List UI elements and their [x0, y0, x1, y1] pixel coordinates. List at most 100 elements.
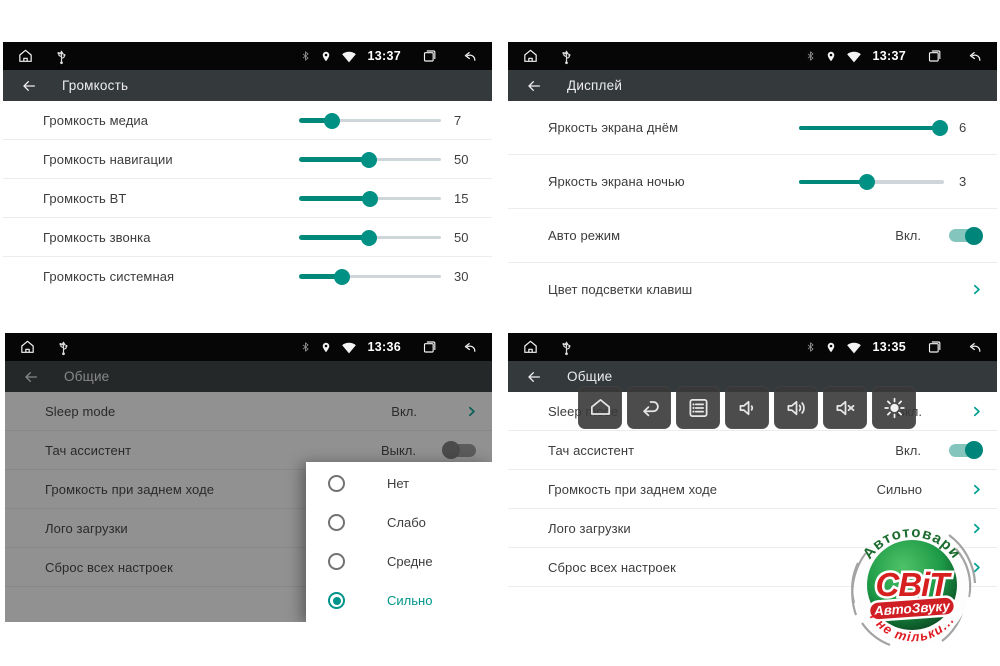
radio-button[interactable] [328, 514, 345, 531]
back-icon[interactable] [965, 49, 984, 64]
settings-row[interactable]: Громкость медиа7 [3, 101, 492, 140]
menu-button[interactable] [676, 386, 720, 429]
wifi-icon [341, 341, 357, 354]
location-icon [825, 340, 837, 355]
row-value: Сильно [877, 482, 922, 497]
volume-down-button[interactable] [725, 386, 769, 429]
quick-nav-toolbar [578, 386, 916, 429]
slider-value: 6 [959, 120, 983, 135]
setting-label: Громкость BT [43, 191, 299, 206]
status-time: 13:37 [368, 49, 401, 63]
back-icon[interactable] [460, 340, 479, 355]
brightness-button[interactable] [872, 386, 916, 429]
bluetooth-icon [300, 340, 311, 354]
settings-row[interactable]: Авто режимВкл. [508, 209, 997, 263]
home-icon[interactable] [17, 48, 34, 64]
volume-slider[interactable] [299, 189, 441, 207]
usb-icon [56, 48, 67, 65]
toggle-state-label: Вкл. [895, 443, 921, 458]
slider-value: 50 [454, 230, 478, 245]
back-button[interactable] [627, 386, 671, 429]
screen-title: Общие [567, 369, 612, 384]
bluetooth-icon [300, 49, 311, 63]
status-time: 13:35 [873, 340, 906, 354]
settings-row[interactable]: Яркость экрана днём6 [508, 101, 997, 155]
back-icon[interactable] [460, 49, 479, 64]
chevron-right-icon [970, 282, 983, 297]
home-icon[interactable] [19, 339, 36, 355]
screen-title: Дисплей [567, 78, 622, 93]
home-button[interactable] [578, 386, 622, 429]
dialog-option[interactable]: Сильно [306, 581, 492, 620]
mute-button[interactable] [823, 386, 867, 429]
recent-apps-icon[interactable] [926, 339, 943, 355]
screen-header: Дисплей [508, 70, 997, 101]
setting-label: Тач ассистент [548, 443, 895, 458]
option-label: Слабо [387, 515, 426, 530]
dialog-option[interactable]: Нет [306, 464, 492, 503]
recent-apps-icon[interactable] [421, 48, 438, 64]
setting-label: Авто режим [548, 228, 895, 243]
volume-slider[interactable] [299, 267, 441, 285]
back-icon[interactable] [965, 340, 984, 355]
status-time: 13:36 [368, 340, 401, 354]
usb-icon [561, 48, 572, 65]
settings-row[interactable]: Громкость при заднем ходеСильно [508, 470, 997, 509]
slider-value: 3 [959, 174, 983, 189]
slider-value: 30 [454, 269, 478, 284]
toggle-switch[interactable] [949, 229, 981, 242]
store-watermark-logo: Автотовари СВіТ АвтоЗвуку і не тільки... [846, 519, 978, 665]
radio-button[interactable] [328, 553, 345, 570]
wifi-icon [341, 50, 357, 63]
status-bar: 13:36 [5, 333, 492, 361]
slider-knob[interactable] [334, 269, 350, 285]
setting-label: Громкость навигации [43, 152, 299, 167]
home-icon[interactable] [522, 48, 539, 64]
settings-row[interactable]: Громкость звонка50 [3, 218, 492, 257]
radio-button[interactable] [328, 475, 345, 492]
recent-apps-icon[interactable] [421, 339, 438, 355]
location-icon [320, 340, 332, 355]
option-label: Нет [387, 476, 409, 491]
settings-list: Громкость медиа7Громкость навигации50Гро… [3, 101, 492, 290]
settings-row[interactable]: Цвет подсветки клавиш [508, 263, 997, 313]
settings-row[interactable]: Яркость экрана ночью3 [508, 155, 997, 209]
slider-knob[interactable] [361, 152, 377, 168]
location-icon [825, 49, 837, 64]
dialog-option[interactable]: Слабо [306, 503, 492, 542]
volume-slider[interactable] [799, 173, 944, 191]
slider-knob[interactable] [859, 174, 875, 190]
slider-knob[interactable] [324, 113, 340, 129]
setting-label: Громкость системная [43, 269, 299, 284]
settings-row[interactable]: Громкость BT15 [3, 179, 492, 218]
dialog-option[interactable]: Средне [306, 542, 492, 581]
recent-apps-icon[interactable] [926, 48, 943, 64]
toggle-state-label: Вкл. [895, 228, 921, 243]
volume-slider[interactable] [299, 111, 441, 129]
settings-row[interactable]: Громкость системная 30 [3, 257, 492, 290]
radio-button[interactable] [328, 592, 345, 609]
volume-slider[interactable] [799, 119, 944, 137]
volume-slider[interactable] [299, 150, 441, 168]
bluetooth-icon [805, 340, 816, 354]
status-bar: 13:35 [508, 333, 997, 361]
volume-up-button[interactable] [774, 386, 818, 429]
panel-general-settings-dialog: 13:36 Общие Sleep modeВкл.Тач ассистентВ… [5, 333, 492, 622]
chevron-right-icon [970, 482, 983, 497]
screenshot-collage: 13:37 Громкость Громкость медиа7Громкост… [0, 0, 1000, 666]
option-label: Средне [387, 554, 433, 569]
settings-row[interactable]: Громкость навигации50 [3, 140, 492, 179]
settings-row[interactable]: Тач ассистентВкл. [508, 431, 997, 470]
back-arrow-icon[interactable] [20, 78, 38, 94]
toggle-switch[interactable] [949, 444, 981, 457]
settings-list: Яркость экрана днём6Яркость экрана ночью… [508, 101, 997, 313]
home-icon[interactable] [522, 339, 539, 355]
slider-knob[interactable] [361, 230, 377, 246]
back-arrow-icon[interactable] [525, 78, 543, 94]
back-arrow-icon[interactable] [525, 369, 543, 385]
slider-knob[interactable] [362, 191, 378, 207]
option-label: Сильно [387, 593, 432, 608]
slider-knob[interactable] [932, 120, 948, 136]
status-bar: 13:37 [508, 42, 997, 70]
volume-slider[interactable] [299, 228, 441, 246]
